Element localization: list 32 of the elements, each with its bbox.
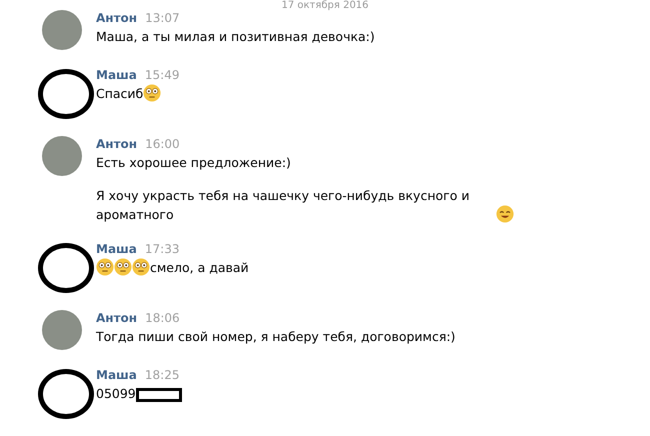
message-time: 13:07 (145, 11, 180, 25)
flushed-face-icon (96, 258, 114, 276)
message-time: 16:00 (145, 137, 180, 151)
author-name[interactable]: Антон (96, 11, 138, 25)
author-name[interactable]: Антон (96, 137, 138, 151)
message-time: 18:06 (145, 311, 180, 325)
author-name[interactable]: Антон (96, 311, 138, 325)
author-name[interactable]: Маша (96, 68, 137, 82)
avatar-photo-placeholder[interactable] (42, 310, 82, 350)
message-text: Спасиб (96, 85, 144, 103)
message-text: Маша, а ты милая и позитивная девочка:) (96, 28, 375, 46)
message-text: Я хочу украсть тебя на чашечку чего-нибудь вкусного и ароматного (96, 187, 470, 224)
message-text: Есть хорошее предложение:) (96, 154, 291, 172)
avatar-photo-placeholder[interactable] (42, 136, 82, 176)
message-text: смело, а давай (150, 259, 249, 277)
redaction-box (136, 388, 182, 402)
message-time: 15:49 (144, 68, 180, 82)
date-separator: 17 октября 2016 (280, 0, 370, 11)
message-time: 18:25 (144, 368, 180, 382)
avatar-photo-placeholder[interactable] (42, 10, 82, 50)
flushed-face-icon (143, 84, 162, 102)
smiling-face-icon (496, 205, 514, 223)
scribbled-circle-avatar[interactable] (38, 369, 94, 419)
author-name[interactable]: Маша (96, 242, 137, 256)
flushed-face-icon (114, 258, 132, 276)
message-text: Тогда пиши свой номер, я наберу тебя, договоримся:) (96, 328, 456, 346)
scribbled-circle-avatar[interactable] (38, 243, 94, 293)
flushed-face-icon (132, 258, 150, 276)
message-text: 05099 (96, 385, 136, 403)
message-time: 17:33 (144, 242, 180, 256)
author-name[interactable]: Маша (96, 368, 137, 382)
scribbled-circle-avatar[interactable] (38, 69, 94, 119)
